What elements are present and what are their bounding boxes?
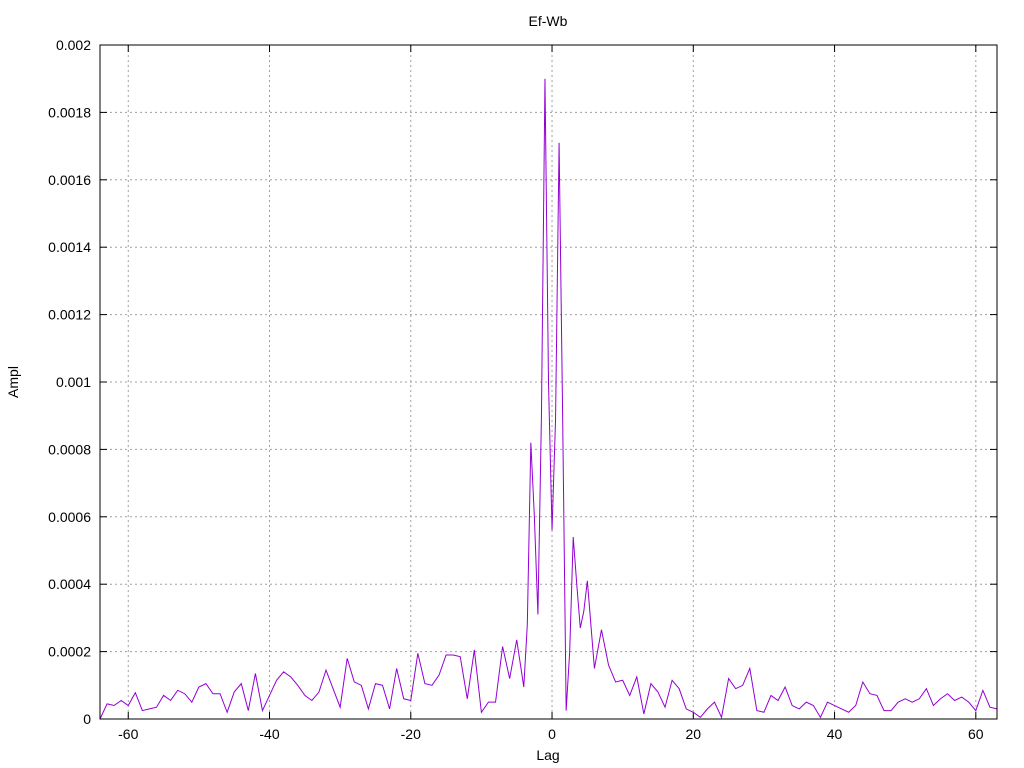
y-tick-label: 0.0002 <box>48 644 91 660</box>
x-axis-label: Lag <box>536 747 559 763</box>
x-tick-label: 60 <box>968 726 984 742</box>
tick-labels: -60 -40 -20 0 20 40 60 0 0.0002 0.0004 0.0006 0.000… <box>48 37 984 742</box>
y-tick-label: 0.0018 <box>48 104 91 120</box>
chart-title: Ef-Wb <box>529 13 568 29</box>
y-tick-label: 0.0004 <box>48 576 91 592</box>
x-tick-label: -40 <box>259 726 279 742</box>
y-tick-label: 0.001 <box>56 374 91 390</box>
y-axis-label: Ampl <box>5 366 21 398</box>
x-tick-label: 40 <box>827 726 843 742</box>
y-tick-label: 0.002 <box>56 37 91 53</box>
y-tick-label: 0.0016 <box>48 172 91 188</box>
series-line <box>99 78 998 720</box>
y-tick-label: 0.0008 <box>48 441 91 457</box>
x-tick-label: 20 <box>686 726 702 742</box>
x-tick-label: -60 <box>118 726 138 742</box>
line-chart: -60 -40 -20 0 20 40 60 0 0.0002 0.0004 0.0006 0.000… <box>5 13 998 763</box>
series-layer <box>99 78 998 720</box>
x-tick-label: 0 <box>548 726 556 742</box>
y-tick-label: 0.0006 <box>48 509 91 525</box>
y-tick-label: 0 <box>83 711 91 727</box>
chart-container: -60 -40 -20 0 20 40 60 0 0.0002 0.0004 0.0006 0.000… <box>0 0 1024 768</box>
y-tick-label: 0.0012 <box>48 307 91 323</box>
y-tick-label: 0.0014 <box>48 239 91 255</box>
x-tick-label: -20 <box>401 726 421 742</box>
